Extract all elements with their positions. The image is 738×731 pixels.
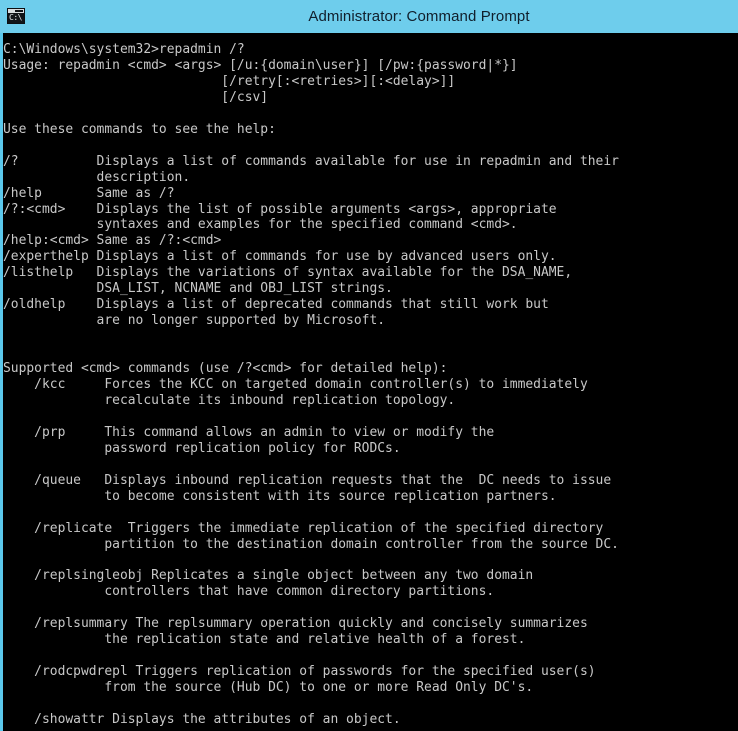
console-viewport[interactable]: C:\Windows\system32>repadmin /? Usage: r… xyxy=(3,33,738,731)
console-output: C:\Windows\system32>repadmin /? Usage: r… xyxy=(3,42,619,728)
window-titlebar[interactable]: C:\ Administrator: Command Prompt xyxy=(0,0,738,33)
console-area: C:\Windows\system32>repadmin /? Usage: r… xyxy=(0,33,738,731)
window-title: Administrator: Command Prompt xyxy=(308,8,530,25)
command-prompt-window: C:\ Administrator: Command Prompt C:\Win… xyxy=(0,0,738,731)
